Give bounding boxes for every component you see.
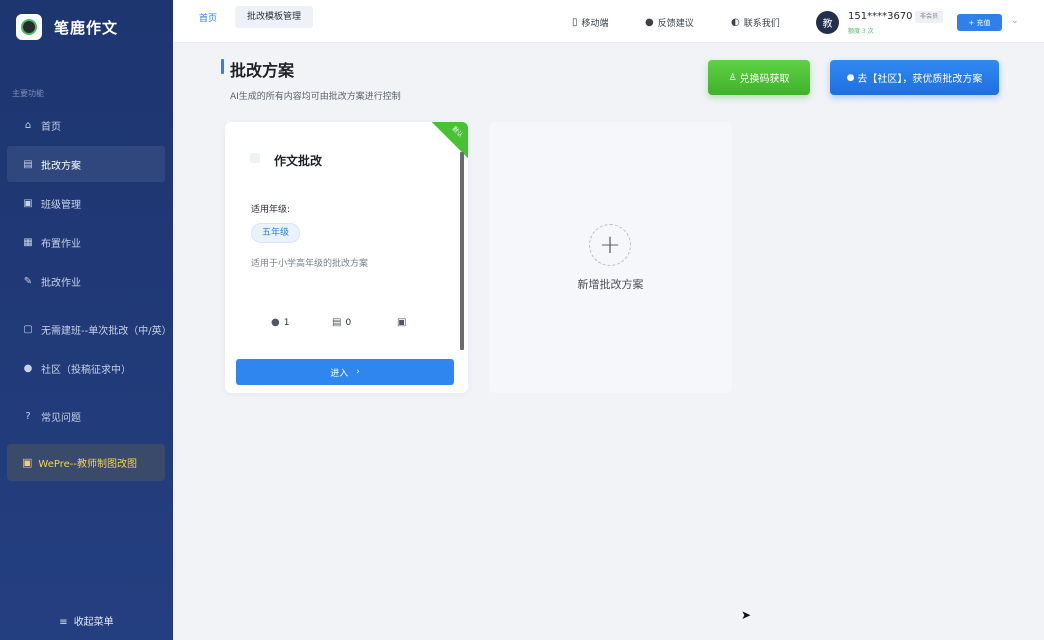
home-icon: ⌂ — [24, 119, 32, 131]
plan-name: 作文批改 — [274, 154, 323, 168]
breadcrumb-home[interactable]: 首页 — [199, 11, 217, 24]
grade-label: 适用年级: — [251, 205, 291, 215]
file-icon: ▤ — [332, 317, 342, 328]
topbar: 首页 批改模板管理 ▯ 移动端 ● 反馈建议 ◐ 联系我们 教 151****3670… — [173, 0, 1044, 43]
community-button[interactable]: ● 去【社区】，获优质批改方案 — [830, 60, 999, 95]
avatar[interactable]: 教 — [816, 11, 839, 34]
sidebar-item-plans[interactable]: ▤ 批改方案 — [7, 146, 165, 182]
feedback-label: 反馈建议 — [657, 19, 694, 29]
lock-icon: ♙ — [728, 72, 737, 83]
sidebar: 笔鹿作文 主要功能 ⌂ 首页 ▤ 批改方案 ▣ 班级管理 ▦ 布置作业 ✎ 批改… — [0, 0, 173, 640]
grade-tag: 五年级 — [251, 223, 301, 243]
title-accent-bar — [221, 59, 224, 74]
membership-badge: 非会员 — [915, 11, 944, 23]
feedback-link[interactable]: ● 反馈建议 — [645, 16, 694, 29]
sidebar-item-label: 常见问题 — [41, 412, 81, 424]
page-title: 批改方案 — [230, 61, 295, 80]
sidebar-item-label: 批改作业 — [41, 277, 81, 289]
menu-icon: ≡ — [59, 617, 68, 628]
question-icon: ? — [25, 410, 31, 422]
user-phone[interactable]: 151****3670 — [848, 11, 913, 22]
sidebar-item-label: WePre--教师制图改图 — [38, 459, 137, 470]
mobile-link[interactable]: ▯ 移动端 — [572, 16, 609, 29]
enter-label: 进入 — [330, 368, 349, 379]
docs-stat: ▤ 0 — [332, 317, 351, 328]
contact-label: 联系我们 — [743, 19, 780, 29]
headset-icon: ◐ — [731, 17, 740, 28]
app-name: 笔鹿作文 — [54, 18, 119, 37]
collapse-label: 收起菜单 — [73, 617, 114, 628]
sidebar-item-grade[interactable]: ✎ 批改作业 — [0, 263, 173, 299]
pen-icon: ✎ — [23, 275, 33, 287]
enter-button[interactable]: 进入 › — [236, 359, 454, 385]
chevron-right-icon: › — [356, 367, 360, 377]
assign-icon: ▦ — [23, 236, 33, 248]
sidebar-item-label: 首页 — [41, 121, 61, 133]
breadcrumb-current-tab[interactable]: 批改模板管理 — [235, 6, 314, 28]
collapse-menu-button[interactable]: ≡ 收起菜单 — [0, 613, 173, 628]
user-quota: 额度 3 次 — [848, 28, 874, 35]
chat-icon: ● — [645, 17, 654, 28]
gift-icon: ▣ — [22, 456, 33, 469]
document-icon: ▤ — [23, 158, 33, 170]
add-plan-card[interactable]: + 新增批改方案 — [489, 122, 732, 393]
redeem-code-button[interactable]: ♙ 兑换码获取 — [708, 60, 810, 95]
doc-icon: ▢ — [23, 323, 33, 335]
users-stat: ● 1 — [271, 317, 289, 328]
mobile-label: 移动端 — [581, 19, 609, 29]
add-plan-label: 新增批改方案 — [577, 278, 644, 291]
sidebar-item-home[interactable]: ⌂ 首页 — [0, 107, 173, 143]
sidebar-item-faq[interactable]: ? 常见问题 — [0, 398, 173, 434]
sidebar-item-label: 无需建班--单次批改（中/英） — [41, 325, 172, 337]
sidebar-item-label: 班级管理 — [41, 199, 81, 211]
sidebar-item-community[interactable]: ● 社区（投稿征求中） — [0, 350, 173, 386]
sidebar-section-label: 主要功能 — [12, 89, 44, 98]
sidebar-item-label: 布置作业 — [41, 238, 81, 250]
sidebar-item-label: 社区（投稿征求中） — [41, 364, 131, 376]
lock-icon: ▣ — [397, 317, 407, 328]
users-count: 1 — [283, 317, 290, 328]
plan-card[interactable]: 默认 作文批改 适用年级: 五年级 适用于小学高年级的批改方案 ● 1 ▤ 0 ▣ … — [225, 122, 468, 393]
person-icon: ● — [23, 362, 33, 374]
redeem-label: 兑换码获取 — [739, 74, 790, 85]
card-scrollbar[interactable] — [460, 152, 464, 350]
app-logo — [16, 14, 42, 40]
sidebar-item-single[interactable]: ▢ 无需建班--单次批改（中/英） — [0, 311, 173, 347]
class-icon: ▣ — [23, 197, 33, 209]
recharge-button[interactable]: + 充值 — [957, 14, 1002, 31]
plan-description: 适用于小学高年级的批改方案 — [251, 259, 369, 269]
phone-icon: ▯ — [572, 17, 578, 28]
sidebar-item-wepre[interactable]: ▣ WePre--教师制图改图 — [7, 444, 165, 481]
contact-link[interactable]: ◐ 联系我们 — [731, 16, 780, 29]
user-icon: ● — [271, 317, 280, 328]
sidebar-item-label: 批改方案 — [41, 160, 81, 172]
plus-icon[interactable]: + — [589, 224, 631, 266]
community-label: 去【社区】，获优质批改方案 — [857, 74, 983, 85]
chevron-down-icon[interactable]: ⌄ — [1011, 16, 1019, 26]
sidebar-item-assign[interactable]: ▦ 布置作业 — [0, 224, 173, 260]
mouse-cursor-icon: ➤ — [741, 608, 752, 622]
plan-icon — [250, 153, 260, 163]
person-icon: ● — [846, 72, 855, 83]
brand[interactable]: 笔鹿作文 — [16, 13, 118, 41]
lock-stat: ▣ — [397, 317, 410, 328]
sidebar-item-classes[interactable]: ▣ 班级管理 — [0, 185, 173, 221]
page-description: AI生成的所有内容均可由批改方案进行控制 — [230, 92, 401, 102]
docs-count: 0 — [345, 317, 352, 328]
